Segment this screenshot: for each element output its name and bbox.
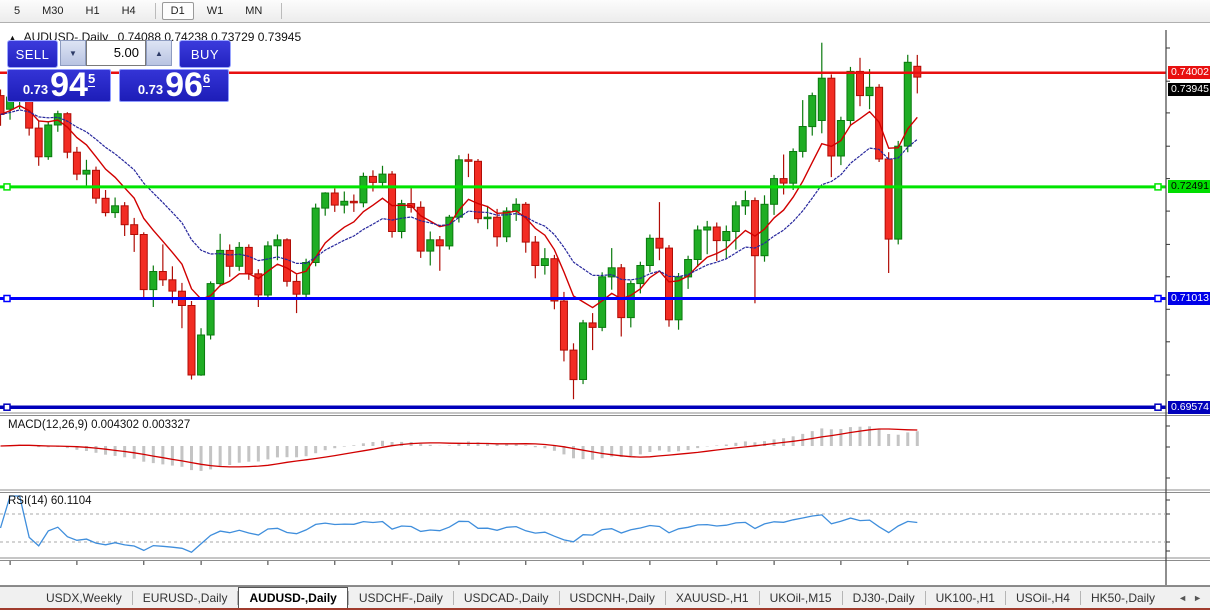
- tab-uk100-h1[interactable]: UK100-,H1: [926, 587, 1005, 608]
- timeframe-button-d1[interactable]: D1: [161, 2, 194, 20]
- price-badge-072491: 0.72491: [1168, 180, 1210, 194]
- buy-price-pip-digit: 6: [202, 71, 211, 87]
- macd-indicator-label: MACD(12,26,9) 0.004302 0.003327: [8, 419, 191, 431]
- timeframe-button-5[interactable]: 5: [5, 2, 29, 20]
- timeframe-button-m30[interactable]: M30: [33, 2, 72, 20]
- tab-eurusd-daily[interactable]: EURUSD-,Daily: [133, 587, 238, 608]
- toolbar-divider: [154, 3, 156, 19]
- tab-scroll-left-icon[interactable]: ◄: [1178, 593, 1187, 603]
- toolbar-divider: [281, 3, 283, 19]
- timeframe-button-h4[interactable]: H4: [113, 2, 145, 20]
- timeframe-button-h1[interactable]: H1: [77, 2, 109, 20]
- tab-usdx-weekly[interactable]: USDX,Weekly: [36, 587, 132, 608]
- price-badge-071013: 0.71013: [1168, 291, 1210, 305]
- one-click-trade-panel: SELL ▼ 5.00 ▲ BUY 0.73 94 5 0.73 96 6: [7, 40, 231, 104]
- tab-ukoil-m15[interactable]: UKOil-,M15: [760, 587, 842, 608]
- rsi-indicator-label: RSI(14) 60.1104: [8, 495, 92, 507]
- timeframe-toolbar: 5 M30 H1 H4 D1 W1 MN: [0, 0, 1210, 23]
- tab-xauusd-h1[interactable]: XAUUSD-,H1: [666, 587, 759, 608]
- sell-button[interactable]: SELL: [7, 40, 58, 68]
- sell-price-quote[interactable]: 0.73 94 5: [7, 66, 111, 104]
- tab-dj30-daily[interactable]: DJ30-,Daily: [843, 587, 925, 608]
- sell-price-pip-digit: 5: [87, 71, 96, 87]
- tab-hk50-daily[interactable]: HK50-,Daily: [1081, 587, 1165, 608]
- sell-price-big-digits: 94: [50, 66, 88, 104]
- tab-usdcnh-daily[interactable]: USDCNH-,Daily: [560, 587, 665, 608]
- buy-price-quote[interactable]: 0.73 96 6: [119, 66, 229, 104]
- tab-usoil-h4[interactable]: USOil-,H4: [1006, 587, 1080, 608]
- tab-scroll-arrows: ◄ ►: [1178, 587, 1210, 608]
- volume-input[interactable]: 5.00: [86, 40, 146, 66]
- timeframe-button-mn[interactable]: MN: [236, 2, 271, 20]
- volume-decrease-button[interactable]: ▼: [60, 40, 86, 66]
- timeframe-button-w1[interactable]: W1: [198, 2, 233, 20]
- sell-price-prefix: 0.73: [22, 82, 49, 97]
- chart-tab-bar: USDX,Weekly EURUSD-,Daily AUDUSD-,Daily USD…: [0, 586, 1210, 610]
- buy-price-prefix: 0.73: [137, 82, 164, 97]
- price-badge-074002: 0.74002: [1168, 66, 1210, 80]
- chart-canvas[interactable]: [0, 24, 1210, 586]
- volume-increase-button[interactable]: ▲: [146, 40, 172, 66]
- buy-button[interactable]: BUY: [179, 40, 231, 68]
- tab-audusd-daily[interactable]: AUDUSD-,Daily: [238, 587, 348, 608]
- price-badge-069574: 0.69574: [1168, 400, 1210, 414]
- buy-price-big-digits: 96: [165, 66, 203, 104]
- tab-usdcad-daily[interactable]: USDCAD-,Daily: [454, 587, 559, 608]
- tab-usdchf-daily[interactable]: USDCHF-,Daily: [349, 587, 453, 608]
- tab-scroll-right-icon[interactable]: ►: [1193, 593, 1202, 603]
- price-badge-073945: 0.73945: [1168, 83, 1210, 97]
